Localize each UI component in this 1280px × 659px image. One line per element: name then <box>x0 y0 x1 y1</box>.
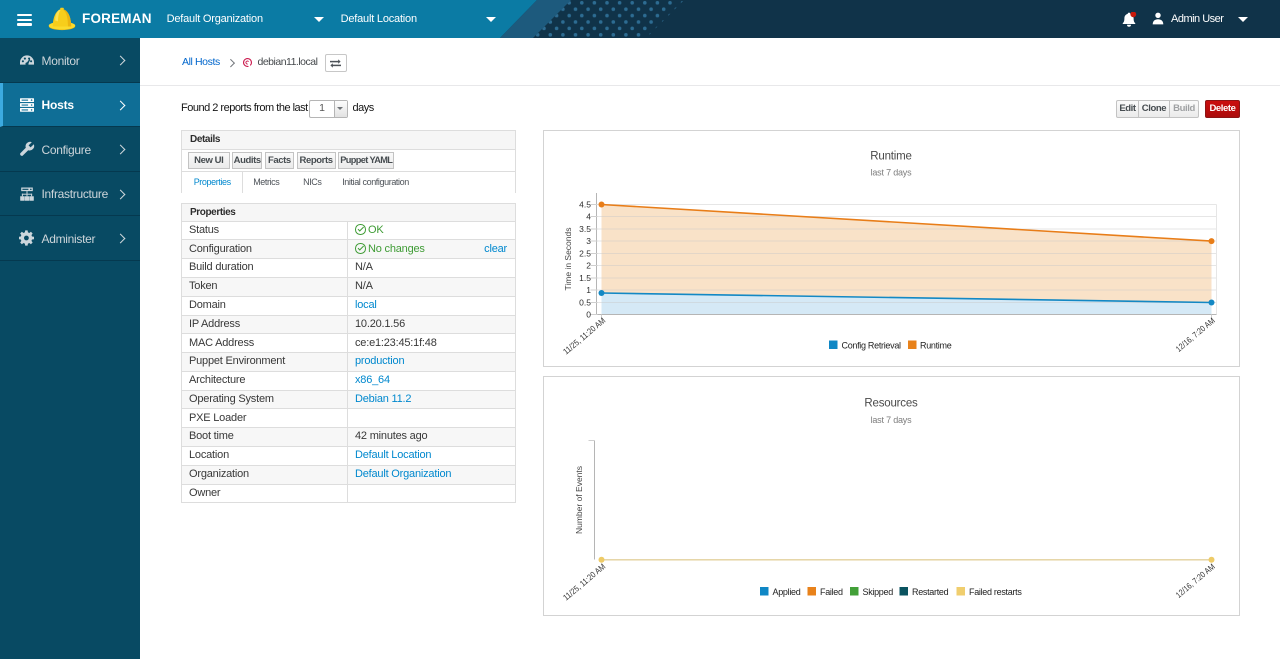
svg-text:11/25, 11:20 AM: 11/25, 11:20 AM <box>561 315 607 356</box>
svg-text:Number of Events: Number of Events <box>574 466 584 534</box>
svg-text:Config Retrieval: Config Retrieval <box>842 341 902 351</box>
svg-text:Failed: Failed <box>820 587 843 597</box>
svg-text:0.5: 0.5 <box>579 298 591 308</box>
svg-text:last 7 days: last 7 days <box>871 415 913 425</box>
svg-text:Runtime: Runtime <box>920 341 952 351</box>
svg-text:0: 0 <box>586 310 591 320</box>
svg-text:12/16, 7:20 AM: 12/16, 7:20 AM <box>1174 561 1217 600</box>
svg-text:Runtime: Runtime <box>870 151 911 163</box>
svg-text:3: 3 <box>586 236 591 246</box>
svg-text:Restarted: Restarted <box>912 587 949 597</box>
svg-text:1: 1 <box>586 285 591 295</box>
svg-text:Failed restarts: Failed restarts <box>969 587 1022 597</box>
svg-text:4: 4 <box>586 212 591 222</box>
svg-text:3.5: 3.5 <box>579 224 591 234</box>
svg-text:12/16, 7:20 AM: 12/16, 7:20 AM <box>1174 315 1217 354</box>
svg-text:Resources: Resources <box>864 398 918 410</box>
svg-text:Time in Seconds: Time in Seconds <box>563 228 573 291</box>
svg-text:2.5: 2.5 <box>579 249 591 259</box>
svg-text:1.5: 1.5 <box>579 273 591 283</box>
svg-text:last 7 days: last 7 days <box>871 168 913 178</box>
svg-text:Skipped: Skipped <box>863 587 894 597</box>
svg-text:Applied: Applied <box>773 587 801 597</box>
svg-text:11/25, 11:20 AM: 11/25, 11:20 AM <box>561 561 607 602</box>
svg-text:4.5: 4.5 <box>579 200 591 210</box>
svg-text:2: 2 <box>586 261 591 271</box>
